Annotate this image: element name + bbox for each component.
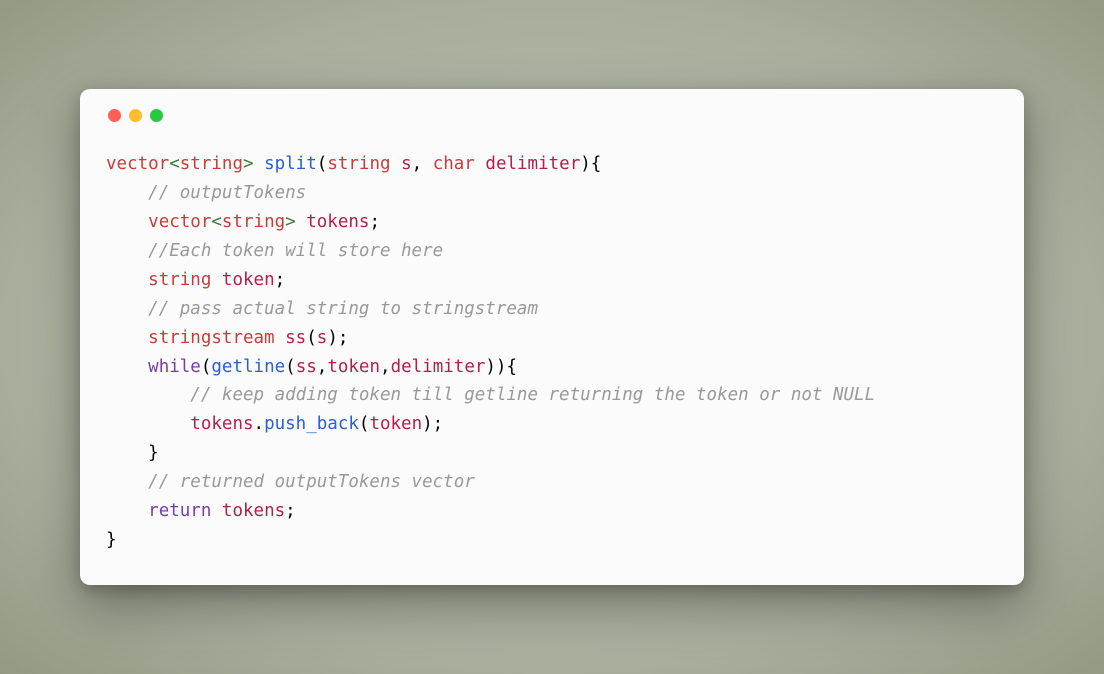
code-token — [296, 212, 307, 232]
code-token: vector — [148, 212, 211, 232]
code-token: )){ — [485, 357, 517, 377]
code-token: // keep adding token till getline return… — [190, 385, 875, 405]
code-token: string — [327, 154, 390, 174]
code-token: getline — [211, 357, 285, 377]
minimize-icon[interactable] — [129, 109, 142, 122]
code-token: < — [211, 212, 222, 232]
code-token: tokens — [190, 414, 253, 434]
code-token: ( — [306, 328, 317, 348]
code-token: tokens — [306, 212, 369, 232]
code-token — [211, 270, 222, 290]
code-token: vector — [106, 154, 169, 174]
code-token — [106, 501, 148, 521]
code-token: s — [401, 154, 412, 174]
code-token: push_back — [264, 414, 359, 434]
code-token: stringstream — [148, 328, 274, 348]
code-token: ( — [317, 154, 328, 174]
maximize-icon[interactable] — [150, 109, 163, 122]
code-token: ss — [296, 357, 317, 377]
code-token: ss — [285, 328, 306, 348]
code-token: // outputTokens — [148, 183, 306, 203]
code-token: > — [285, 212, 296, 232]
code-token: // returned outputTokens vector — [148, 472, 475, 492]
code-token — [254, 154, 265, 174]
code-token — [106, 270, 148, 290]
code-token: ; — [285, 501, 296, 521]
code-token — [106, 299, 148, 319]
code-token — [106, 385, 190, 405]
code-token: , — [317, 357, 328, 377]
code-token: ); — [422, 414, 443, 434]
code-token: ){ — [580, 154, 601, 174]
code-token: , — [412, 154, 433, 174]
code-token: } — [106, 443, 159, 463]
code-token: ( — [285, 357, 296, 377]
code-token: ( — [201, 357, 212, 377]
code-token: s — [317, 328, 328, 348]
code-token: ); — [327, 328, 348, 348]
code-token: char — [433, 154, 475, 174]
code-token — [275, 328, 286, 348]
code-block: vector<string> split(string s, char deli… — [106, 150, 998, 554]
code-token — [106, 328, 148, 348]
code-token: ; — [275, 270, 286, 290]
traffic-lights — [106, 109, 998, 122]
code-token — [106, 414, 190, 434]
code-token — [106, 183, 148, 203]
code-token: . — [254, 414, 265, 434]
code-token — [106, 472, 148, 492]
code-token: token — [369, 414, 422, 434]
close-icon[interactable] — [108, 109, 121, 122]
code-token: string — [222, 212, 285, 232]
code-token: ( — [359, 414, 370, 434]
code-token: token — [222, 270, 275, 290]
code-window: vector<string> split(string s, char deli… — [80, 89, 1024, 584]
code-token: } — [106, 530, 117, 550]
code-token: string — [148, 270, 211, 290]
code-token: delimiter — [485, 154, 580, 174]
code-token: < — [169, 154, 180, 174]
code-token: delimiter — [391, 357, 486, 377]
code-token: token — [327, 357, 380, 377]
code-token — [106, 241, 148, 261]
code-token — [475, 154, 486, 174]
code-token: split — [264, 154, 317, 174]
code-token: string — [180, 154, 243, 174]
code-token: ; — [369, 212, 380, 232]
code-token — [391, 154, 402, 174]
code-token: > — [243, 154, 254, 174]
code-token: tokens — [222, 501, 285, 521]
code-token: , — [380, 357, 391, 377]
code-token: return — [148, 501, 211, 521]
code-token: // pass actual string to stringstream — [148, 299, 538, 319]
code-token — [211, 501, 222, 521]
code-token: //Each token will store here — [148, 241, 443, 261]
code-token: while — [148, 357, 201, 377]
code-token — [106, 212, 148, 232]
code-token — [106, 357, 148, 377]
